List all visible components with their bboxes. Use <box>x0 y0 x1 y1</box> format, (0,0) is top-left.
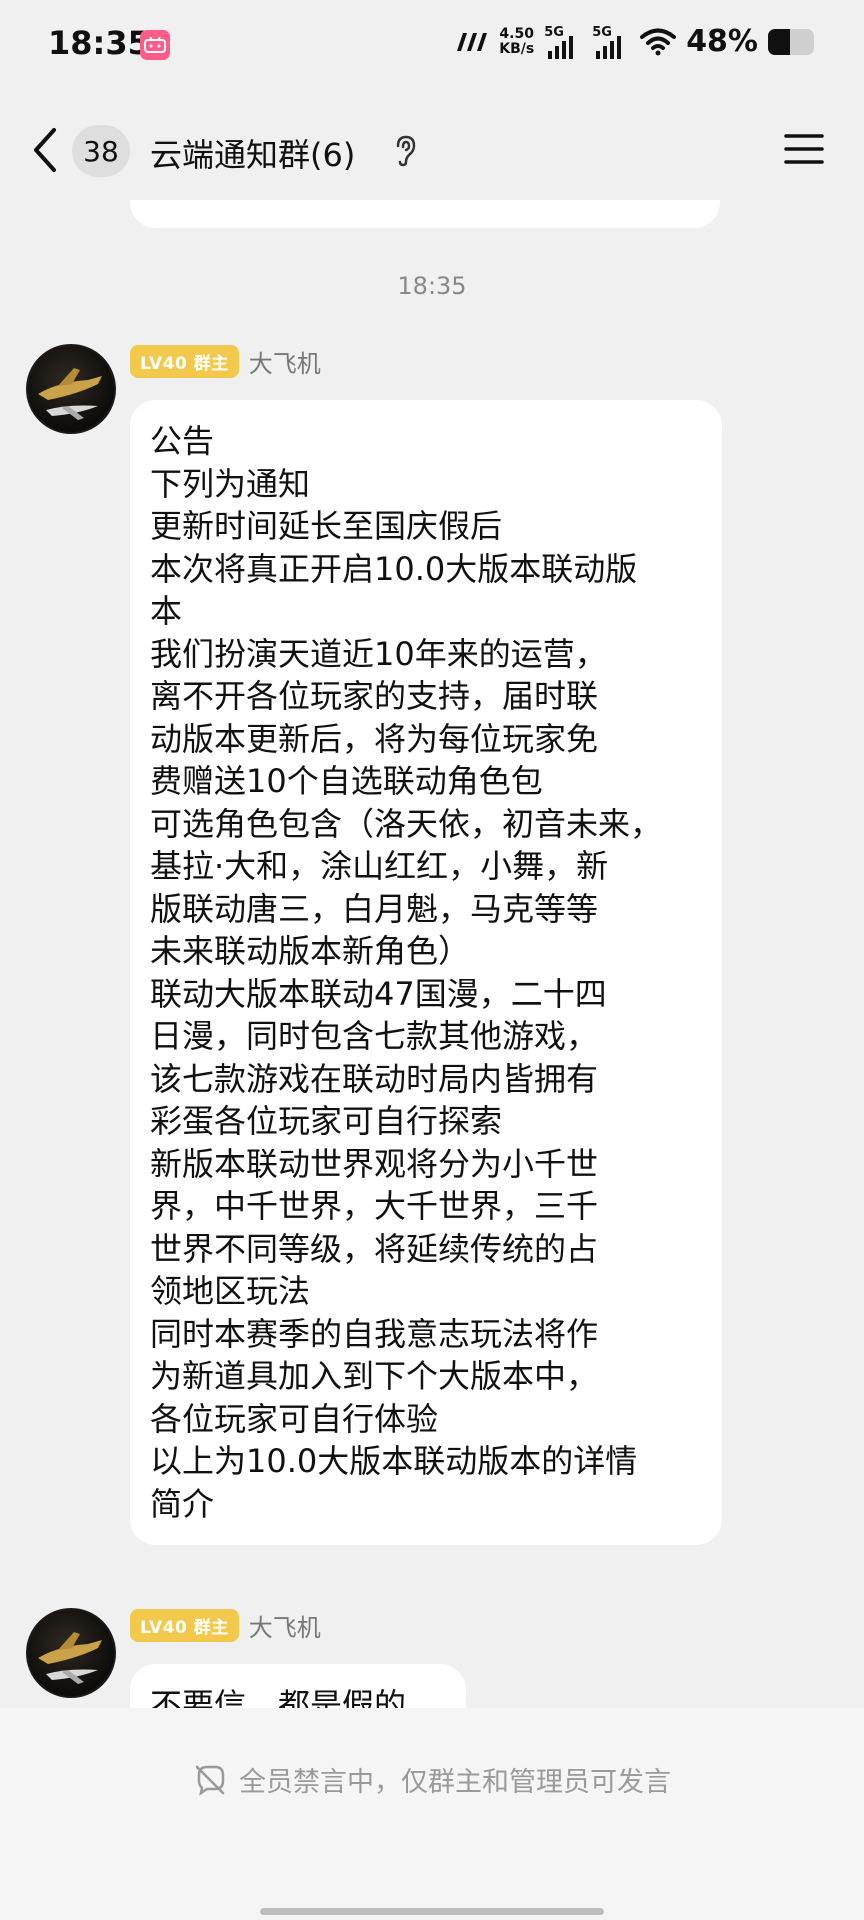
status-bar: 18:35 4.50 KB/s 5G 5G 48% <box>0 0 864 90</box>
message-line: 为新道具加入到下个大版本中， <box>150 1357 599 1395</box>
message-line: 不要信，都是假的 <box>150 1686 407 1708</box>
battery-icon <box>768 28 814 55</box>
battery-text: 48% <box>686 24 758 59</box>
sender-row: LV40 群主 大飞机 <box>130 344 321 379</box>
mute-icon <box>195 1765 225 1796</box>
message-line: 新版本联动世界观将分为小千世 <box>150 1144 599 1183</box>
chevron-left-icon[interactable] <box>26 122 66 178</box>
message-line: 版联动唐三，白月魁，马克等等 <box>150 889 599 928</box>
message-bubble[interactable]: 公告下列为通知更新时间延长至国庆假后本次将真正开启10.0大版本联动版本我们扮演… <box>130 400 722 1545</box>
message-line: 下列为通知 <box>150 464 311 503</box>
nfc-icon <box>457 32 488 51</box>
message-line: 日漫，同时包含七款其他游戏， <box>150 1017 599 1055</box>
status-time: 18:35 <box>48 24 150 62</box>
message-text: 不要信，都是假的 <box>150 1684 446 1708</box>
message-line: 本 <box>150 592 183 630</box>
message-line: 同时本赛季的自我意志玩法将作 <box>150 1314 599 1353</box>
avatar[interactable] <box>26 344 116 434</box>
message-text: 公告下列为通知更新时间延长至国庆假后本次将真正开启10.0大版本联动版本我们扮演… <box>150 420 702 1525</box>
sender-row: LV40 群主 大飞机 <box>130 1608 321 1643</box>
message-timestamp: 18:35 <box>397 272 467 300</box>
message-line: 更新时间延长至国庆假后 <box>150 507 503 545</box>
message-line: 以上为10.0大版本联动版本的详情 <box>150 1442 638 1480</box>
sender-name[interactable]: 大飞机 <box>249 1608 321 1643</box>
message-line: 彩蛋各位玩家可自行探索 <box>150 1102 503 1140</box>
message-line: 费赠送10个自选联动角色包 <box>150 762 543 800</box>
chat-area[interactable]: 18:35 LV40 群主 大飞机 公告下列为通知更新时间延长至国庆假后本次将真… <box>0 200 864 1708</box>
message-line: 联动大版本联动47国漫，二十四 <box>150 974 607 1013</box>
sender-name[interactable]: 大飞机 <box>249 344 321 379</box>
signal-icon: 5G <box>544 25 582 59</box>
message-line: 本次将真正开启10.0大版本联动版 <box>150 549 638 588</box>
bottom-bar: 全员禁言中，仅群主和管理员可发言 <box>0 1708 864 1920</box>
message-line: 界，中千世界，大千世界，三千 <box>150 1187 599 1225</box>
home-indicator[interactable] <box>260 1908 604 1915</box>
mute-notice: 全员禁言中，仅群主和管理员可发言 <box>0 1760 864 1799</box>
message-line: 简介 <box>150 1484 215 1523</box>
group-title[interactable]: 云端通知群(6) <box>150 130 355 176</box>
ear-icon[interactable] <box>392 134 420 168</box>
unread-count-badge[interactable]: 38 <box>72 125 130 177</box>
avatar[interactable] <box>26 1608 116 1698</box>
message-line: 各位玩家可自行体验 <box>150 1399 439 1438</box>
net-speed: 4.50 KB/s <box>499 25 535 57</box>
message-line: 世界不同等级，将延续传统的占 <box>150 1229 599 1268</box>
message-line: 基拉·大和，涂山红红，小舞，新 <box>150 847 609 885</box>
mute-notice-text: 全员禁言中，仅群主和管理员可发言 <box>239 1767 671 1798</box>
message-line: 公告 <box>150 422 215 460</box>
message-line: 该七款游戏在联动时局内皆拥有 <box>150 1059 599 1098</box>
message-line: 未来联动版本新角色） <box>150 932 471 970</box>
bilibili-app-icon <box>140 30 170 60</box>
message-line: 动版本更新后，将为每位玩家免 <box>150 719 599 758</box>
signal-icon-2: 5G <box>592 25 630 59</box>
previous-message-bubble[interactable] <box>130 200 720 228</box>
level-badge: LV40 群主 <box>130 345 239 378</box>
menu-icon[interactable] <box>784 132 824 166</box>
wifi-icon <box>640 28 677 55</box>
message-bubble[interactable]: 不要信，都是假的 <box>130 1664 466 1708</box>
message-line: 领地区玩法 <box>150 1272 311 1310</box>
message-line: 我们扮演天道近10年来的运营， <box>150 634 607 673</box>
message-line: 可选角色包含（洛天依，初音未来， <box>150 804 663 843</box>
airplane-avatar-icon <box>38 1632 102 1684</box>
level-badge: LV40 群主 <box>130 1609 239 1642</box>
airplane-avatar-icon <box>38 368 102 420</box>
message-line: 离不开各位玩家的支持，届时联 <box>150 677 599 715</box>
